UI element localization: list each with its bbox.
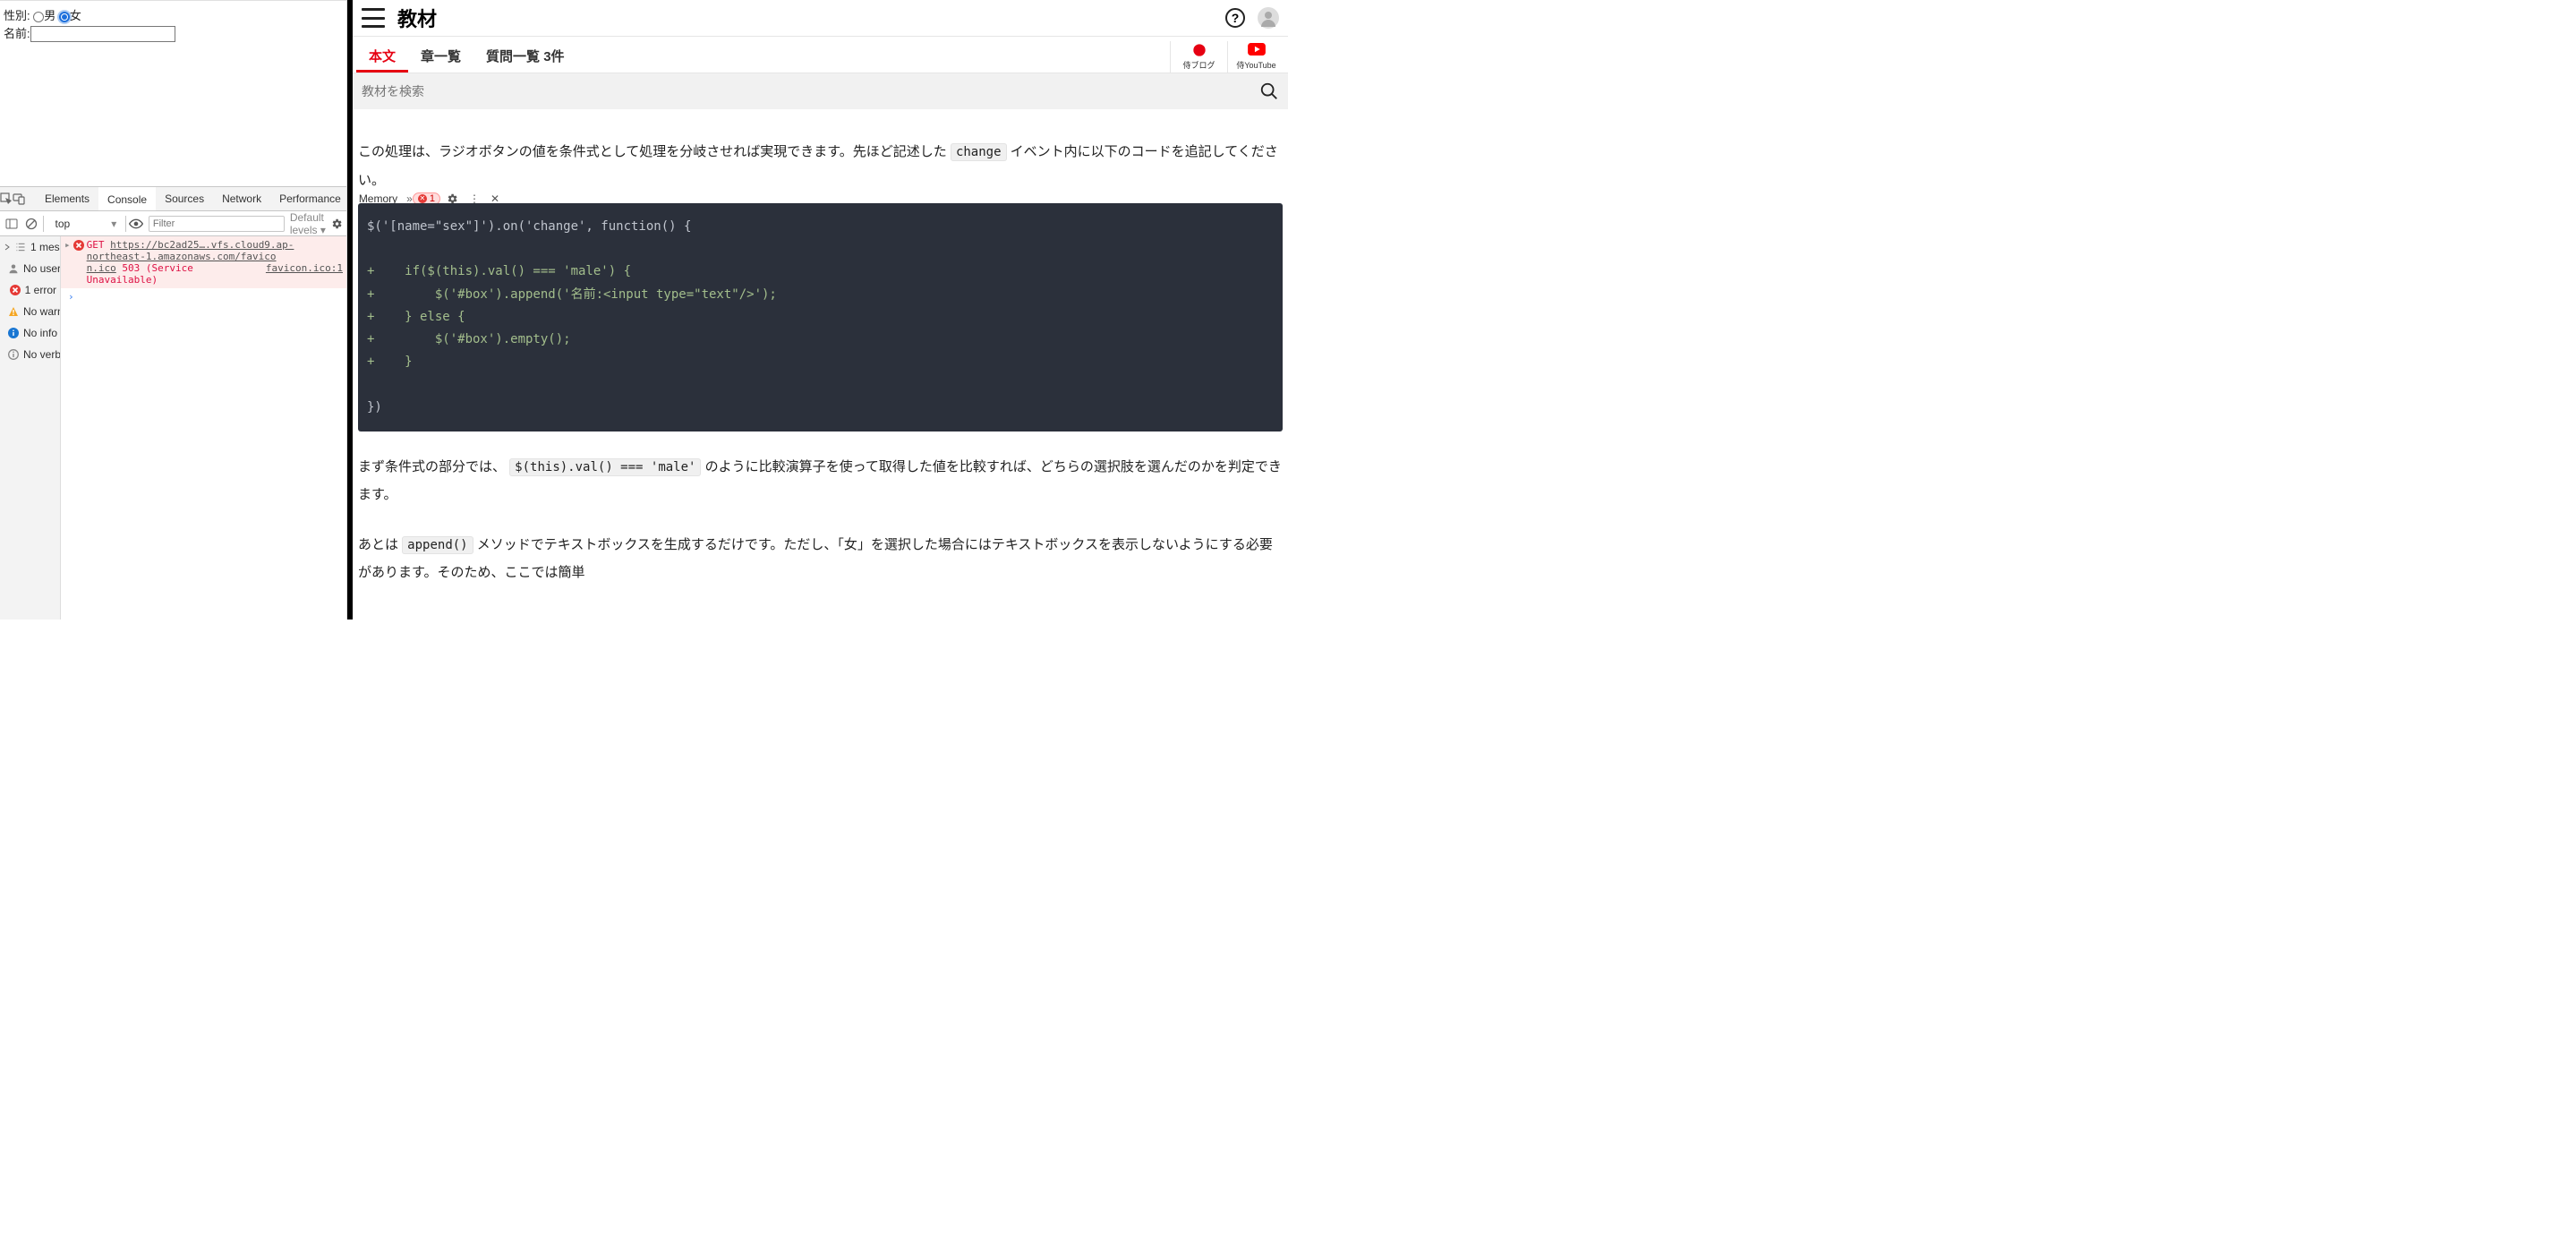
- filter-input[interactable]: [149, 216, 285, 232]
- radio-male[interactable]: [33, 12, 44, 22]
- samurai-blog-icon: [1192, 43, 1207, 59]
- inspect-icon[interactable]: [0, 192, 13, 206]
- tab-performance[interactable]: Performance: [270, 187, 350, 210]
- side-error[interactable]: 1 error: [0, 279, 60, 301]
- context-select[interactable]: top▾: [49, 217, 124, 231]
- radio-female[interactable]: [59, 12, 70, 22]
- link-youtube[interactable]: 侍YouTube: [1227, 41, 1284, 73]
- live-expr-icon[interactable]: [129, 218, 143, 229]
- name-row: 名前:: [4, 24, 343, 42]
- lesson-tabs: 本文 章一覧 質問一覧 3件 侍ブログ 侍YouTube: [353, 36, 1288, 73]
- verbose-dot-icon: [8, 349, 19, 360]
- help-icon[interactable]: ?: [1225, 8, 1245, 28]
- link-blog[interactable]: 侍ブログ: [1170, 41, 1227, 73]
- right-top-bar: 教材 ?: [353, 0, 1288, 36]
- console-toolbar: top▾ Default levels ▾: [0, 211, 346, 236]
- search-bar: [353, 73, 1288, 109]
- para-2: まず条件式の部分では、 $(this).val() === 'male' のよう…: [358, 453, 1283, 509]
- warn-dot-icon: [8, 306, 19, 317]
- code-append: append(): [402, 536, 473, 554]
- console-error-line[interactable]: ▸ GET https://bc2ad25….vfs.cloud9.ap-nor…: [61, 236, 346, 288]
- console-output: ▸ GET https://bc2ad25….vfs.cloud9.ap-nor…: [61, 236, 346, 620]
- avatar[interactable]: [1258, 7, 1279, 29]
- radio-female-label: 女: [70, 9, 81, 22]
- name-label: 名前:: [4, 27, 30, 40]
- tab-chapters[interactable]: 章一覧: [408, 47, 473, 73]
- console-sidebar: 1 message No user me… 1 error No warning…: [0, 236, 61, 620]
- list-icon: [15, 242, 26, 252]
- device-icon[interactable]: [13, 192, 25, 206]
- page-title: 教材: [397, 4, 437, 32]
- code-change: change: [951, 143, 1007, 161]
- search-input[interactable]: [362, 84, 1259, 98]
- name-input[interactable]: [30, 26, 175, 42]
- tab-elements[interactable]: Elements: [36, 187, 98, 210]
- toggle-sidebar-icon[interactable]: [5, 218, 18, 230]
- tab-main[interactable]: 本文: [356, 47, 408, 73]
- side-verbose[interactable]: No verbose: [0, 344, 60, 365]
- devtools: Elements Console Sources Network Perform…: [0, 186, 346, 620]
- devtools-tabbar: Elements Console Sources Network Perform…: [0, 186, 346, 211]
- clear-console-icon[interactable]: [25, 218, 38, 230]
- rendered-page: 性別: 男 女 名前:: [0, 0, 346, 186]
- side-messages[interactable]: 1 message: [0, 236, 60, 258]
- lesson-content: この処理は、ラジオボタンの値を条件式として処理を分岐させれば実現できます。先ほど…: [353, 109, 1288, 620]
- tab-network[interactable]: Network: [213, 187, 270, 210]
- levels-select[interactable]: Default levels ▾: [290, 211, 330, 236]
- code-cond: $(this).val() === 'male': [509, 458, 701, 476]
- user-icon: [8, 263, 19, 274]
- search-icon[interactable]: [1259, 81, 1279, 101]
- code-block: $('[name="sex"]').on('change', function(…: [358, 203, 1283, 432]
- radio-male-label: 男: [44, 9, 55, 22]
- side-warn[interactable]: No warnings: [0, 301, 60, 322]
- error-icon: [73, 240, 84, 251]
- tab-sources[interactable]: Sources: [156, 187, 213, 210]
- side-user[interactable]: No user me…: [0, 258, 60, 279]
- sex-label: 性別:: [4, 9, 30, 22]
- hamburger-icon[interactable]: [362, 8, 385, 28]
- tab-console[interactable]: Console: [98, 187, 156, 210]
- error-dot-icon: [10, 285, 21, 295]
- tab-questions[interactable]: 質問一覧 3件: [473, 47, 577, 73]
- console-settings-icon[interactable]: [330, 218, 343, 230]
- console-prompt[interactable]: ›: [61, 288, 346, 305]
- youtube-icon: [1248, 43, 1266, 59]
- info-dot-icon: [8, 328, 19, 338]
- sex-row: 性別: 男 女: [4, 6, 343, 23]
- para-3: あとは append() メソッドでテキストボックスを生成するだけです。ただし、…: [358, 531, 1283, 587]
- para-1: この処理は、ラジオボタンの値を条件式として処理を分岐させれば実現できます。先ほど…: [358, 138, 1283, 194]
- side-info[interactable]: No info: [0, 322, 60, 344]
- console-error-text: GET https://bc2ad25….vfs.cloud9.ap-north…: [87, 239, 343, 286]
